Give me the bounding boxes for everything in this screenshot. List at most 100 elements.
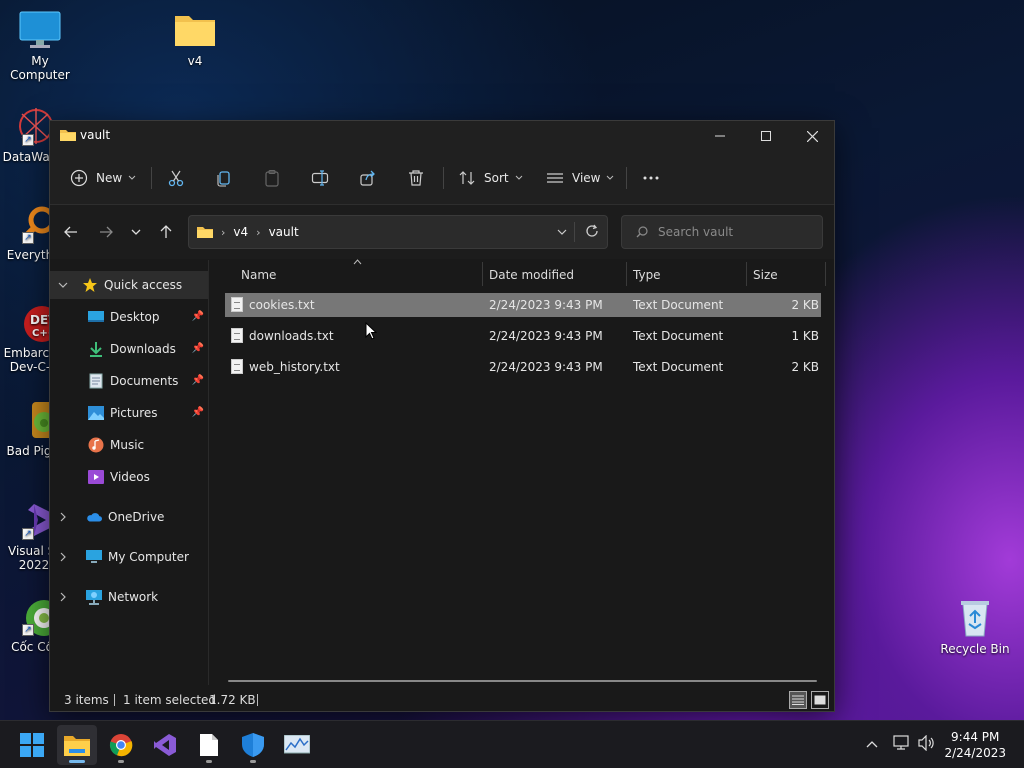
cut-button[interactable] — [167, 163, 185, 193]
windows-logo-icon — [20, 733, 44, 757]
back-button[interactable] — [58, 219, 84, 245]
sidebar-item-label: Downloads — [110, 342, 176, 356]
sidebar-item-onedrive[interactable]: OneDrive — [50, 503, 208, 531]
chevron-right-icon — [60, 512, 66, 522]
status-selection-size: 1.72 KB — [209, 693, 256, 707]
column-header-name[interactable]: Name — [241, 260, 276, 290]
copy-button[interactable] — [215, 163, 233, 193]
trash-icon — [409, 170, 423, 186]
sidebar-item-label: Network — [108, 590, 159, 604]
chevron-down-icon — [515, 175, 522, 180]
taskbar-windows-security[interactable] — [233, 725, 273, 765]
up-button[interactable] — [153, 219, 179, 245]
recent-locations-button[interactable] — [123, 219, 149, 245]
file-row-web-history[interactable]: web_history.txt 2/24/2023 9:43 PM Text D… — [225, 355, 821, 379]
search-box[interactable] — [621, 215, 823, 249]
delete-button[interactable] — [407, 163, 425, 193]
system-clock[interactable]: 9:44 PM 2/24/2023 — [944, 729, 1006, 761]
notepad-icon — [200, 734, 218, 756]
view-button[interactable]: View — [546, 163, 614, 193]
column-divider[interactable] — [825, 262, 826, 286]
file-list-view: Name Date modified Type Size cookies.txt… — [225, 258, 826, 685]
sidebar-item-quick-access[interactable]: Quick access — [50, 271, 208, 299]
volume-icon[interactable] — [918, 734, 936, 754]
file-size: 2 KB — [791, 298, 819, 312]
taskbar-visual-studio[interactable] — [145, 725, 185, 765]
desktop-icon-my-computer[interactable]: My Computer — [0, 10, 80, 82]
rename-button[interactable] — [311, 163, 329, 193]
breadcrumb-vault[interactable]: vault — [269, 225, 299, 239]
mouse-cursor-icon — [365, 322, 377, 340]
close-icon — [806, 130, 818, 142]
forward-button[interactable] — [93, 219, 119, 245]
monitor-icon — [18, 10, 62, 50]
sidebar-item-pictures[interactable]: Pictures 📌 — [50, 399, 208, 427]
sidebar-item-documents[interactable]: Documents 📌 — [50, 367, 208, 395]
close-button[interactable] — [789, 121, 835, 151]
pin-icon[interactable]: 📌 — [192, 311, 204, 322]
breadcrumb-chevron-icon: › — [221, 225, 226, 239]
sidebar-item-my-computer[interactable]: My Computer — [50, 543, 208, 571]
network-status-icon[interactable] — [893, 735, 911, 754]
pin-icon[interactable]: 📌 — [192, 407, 204, 418]
address-bar[interactable]: › v4 › vault — [188, 215, 608, 249]
sidebar-item-downloads[interactable]: Downloads 📌 — [50, 335, 208, 363]
star-icon — [82, 277, 98, 293]
start-button[interactable] — [12, 725, 52, 765]
horizontal-scrollbar[interactable] — [228, 680, 817, 682]
sidebar-item-network[interactable]: Network — [50, 583, 208, 611]
share-button[interactable] — [359, 163, 377, 193]
desktop-icon-label: v4 — [187, 54, 203, 68]
large-icons-view-button[interactable] — [811, 691, 829, 709]
sidebar-item-desktop[interactable]: Desktop 📌 — [50, 303, 208, 331]
column-header-size[interactable]: Size — [753, 260, 778, 290]
more-dots-icon — [643, 176, 659, 180]
refresh-button[interactable] — [585, 224, 599, 241]
shortcut-arrow-icon: ↗ — [22, 624, 34, 636]
desktop-icon-recycle-bin[interactable]: Recycle Bin — [935, 598, 1015, 656]
pin-icon[interactable]: 📌 — [192, 343, 204, 354]
file-row-downloads[interactable]: downloads.txt 2/24/2023 9:43 PM Text Doc… — [225, 324, 821, 348]
sort-button[interactable]: Sort — [458, 163, 523, 193]
column-header-label: Size — [753, 268, 778, 282]
taskbar-chrome[interactable] — [101, 725, 141, 765]
column-divider[interactable] — [482, 262, 483, 286]
desktop-icon-v4-folder[interactable]: v4 — [155, 10, 235, 68]
file-row-cookies[interactable]: cookies.txt 2/24/2023 9:43 PM Text Docum… — [225, 293, 821, 317]
sidebar-item-music[interactable]: Music — [50, 431, 208, 459]
sidebar-divider — [208, 260, 209, 685]
more-options-button[interactable] — [642, 163, 660, 193]
new-button[interactable]: New — [70, 163, 136, 193]
column-divider[interactable] — [626, 262, 627, 286]
maximize-icon — [761, 131, 771, 141]
maximize-button[interactable] — [743, 121, 789, 151]
breadcrumb-v4[interactable]: v4 — [233, 225, 248, 239]
show-hidden-icons-button[interactable] — [866, 737, 878, 751]
column-divider[interactable] — [746, 262, 747, 286]
taskbar-file-explorer[interactable] — [57, 725, 97, 765]
details-view-button[interactable] — [789, 691, 807, 709]
search-input[interactable] — [658, 225, 798, 239]
clipboard-icon — [265, 170, 279, 187]
sort-ascending-icon — [353, 258, 362, 268]
recycle-bin-icon — [953, 598, 997, 638]
address-history-button[interactable] — [557, 225, 567, 238]
sidebar-item-videos[interactable]: Videos — [50, 463, 208, 491]
minimize-button[interactable] — [697, 121, 743, 151]
column-header-type[interactable]: Type — [633, 260, 661, 290]
copy-icon — [217, 171, 230, 187]
paste-button[interactable] — [263, 163, 281, 193]
chevron-down-icon — [128, 175, 136, 180]
picture-icon — [88, 405, 104, 421]
computer-icon — [86, 549, 102, 565]
title-bar[interactable]: vault — [50, 121, 834, 151]
address-divider — [574, 222, 575, 242]
sidebar-item-label: My Computer — [108, 550, 189, 564]
pin-icon[interactable]: 📌 — [192, 375, 204, 386]
plus-circle-icon — [70, 169, 88, 187]
cloud-icon — [86, 509, 102, 525]
sidebar-item-label: Desktop — [110, 310, 160, 324]
taskbar-notepad[interactable] — [189, 725, 229, 765]
taskbar-resource-monitor[interactable] — [277, 725, 317, 765]
column-header-date-modified[interactable]: Date modified — [489, 260, 574, 290]
